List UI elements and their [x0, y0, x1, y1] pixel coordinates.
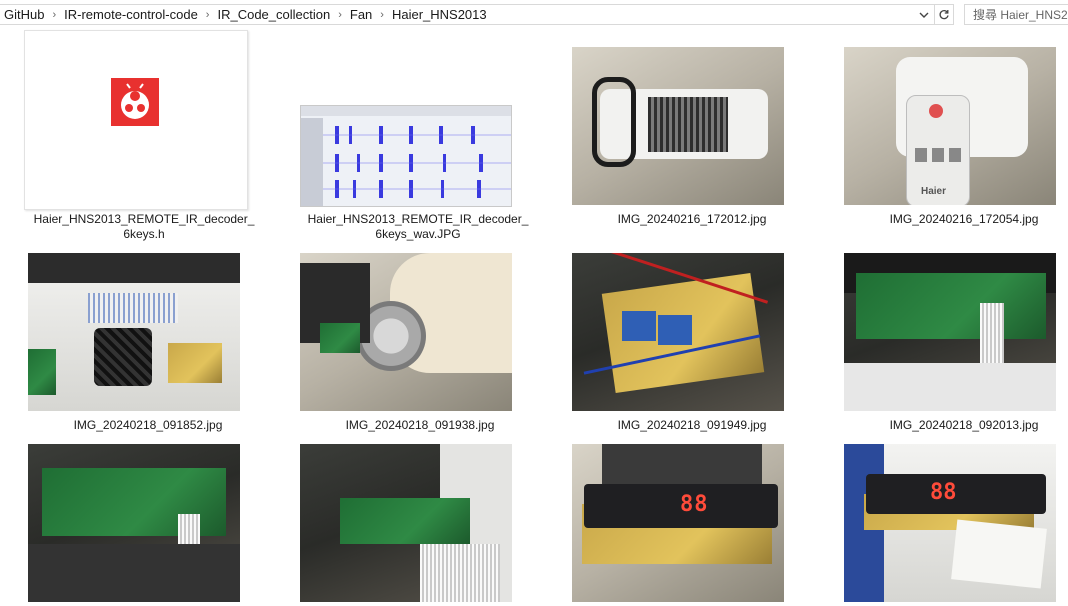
ladybug-app-icon — [111, 78, 159, 126]
waveform-image — [301, 106, 511, 206]
file-name: IMG_20240216_172012.jpg — [617, 212, 767, 226]
breadcrumb-separator: › — [52, 8, 57, 21]
heater-grille — [648, 97, 728, 152]
file-name: IMG_20240218_091938.jpg — [345, 418, 495, 432]
open-unit-photo-thumbnail — [28, 253, 240, 411]
remote-control: Haier — [906, 95, 970, 205]
breadcrumb-github[interactable]: GitHub — [0, 7, 48, 22]
breadcrumb-separator: › — [380, 8, 384, 21]
heater-photo-thumbnail — [572, 47, 784, 205]
breadcrumb-haier-hns2013[interactable]: Haier_HNS2013 — [388, 7, 491, 22]
file-name: IMG_20240218_092013.jpg — [889, 418, 1039, 432]
breadcrumb-fan[interactable]: Fan — [346, 7, 376, 22]
file-name: IMG_20240216_172054.jpg — [889, 212, 1039, 226]
breadcrumb-separator: › — [338, 8, 342, 21]
waveform-thumbnail — [300, 105, 512, 207]
file-name: Haier_HNS2013_REMOTE_IR_decoder_ 6keys.h — [33, 212, 255, 241]
display-panel-photo-thumbnail: 88 — [572, 444, 784, 602]
power-board-photo-thumbnail — [572, 253, 784, 411]
search-input[interactable]: 搜尋 Haier_HNS2013 — [964, 4, 1068, 25]
green-board-photo-thumbnail — [28, 444, 240, 602]
remote-photo-thumbnail: Haier — [844, 47, 1056, 205]
address-bar-area: GitHub › IR-remote-control-code › IR_Cod… — [0, 0, 1068, 30]
display-panel-photo-thumbnail: 88 — [844, 444, 1056, 602]
breadcrumb-separator: › — [205, 8, 210, 21]
refresh-icon[interactable] — [934, 5, 953, 24]
file-name: IMG_20240218_091949.jpg — [617, 418, 767, 432]
motor-photo-thumbnail — [300, 253, 512, 411]
file-name: IMG_20240218_091852.jpg — [73, 418, 223, 432]
green-board-photo-thumbnail — [300, 444, 512, 602]
file-grid: Haier_HNS2013_REMOTE_IR_decoder_ 6keys.h — [0, 30, 1068, 606]
green-board-photo-thumbnail — [844, 253, 1056, 411]
file-name: Haier_HNS2013_REMOTE_IR_decoder_ 6keys_w… — [307, 212, 529, 241]
address-bar[interactable]: GitHub › IR-remote-control-code › IR_Cod… — [0, 4, 954, 25]
file-thumbnail — [24, 30, 248, 210]
breadcrumb-ir-code-collection[interactable]: IR_Code_collection — [213, 7, 334, 22]
power-cord — [592, 77, 636, 167]
breadcrumb-ir-remote-control-code[interactable]: IR-remote-control-code — [60, 7, 202, 22]
chevron-down-icon[interactable] — [915, 5, 933, 24]
